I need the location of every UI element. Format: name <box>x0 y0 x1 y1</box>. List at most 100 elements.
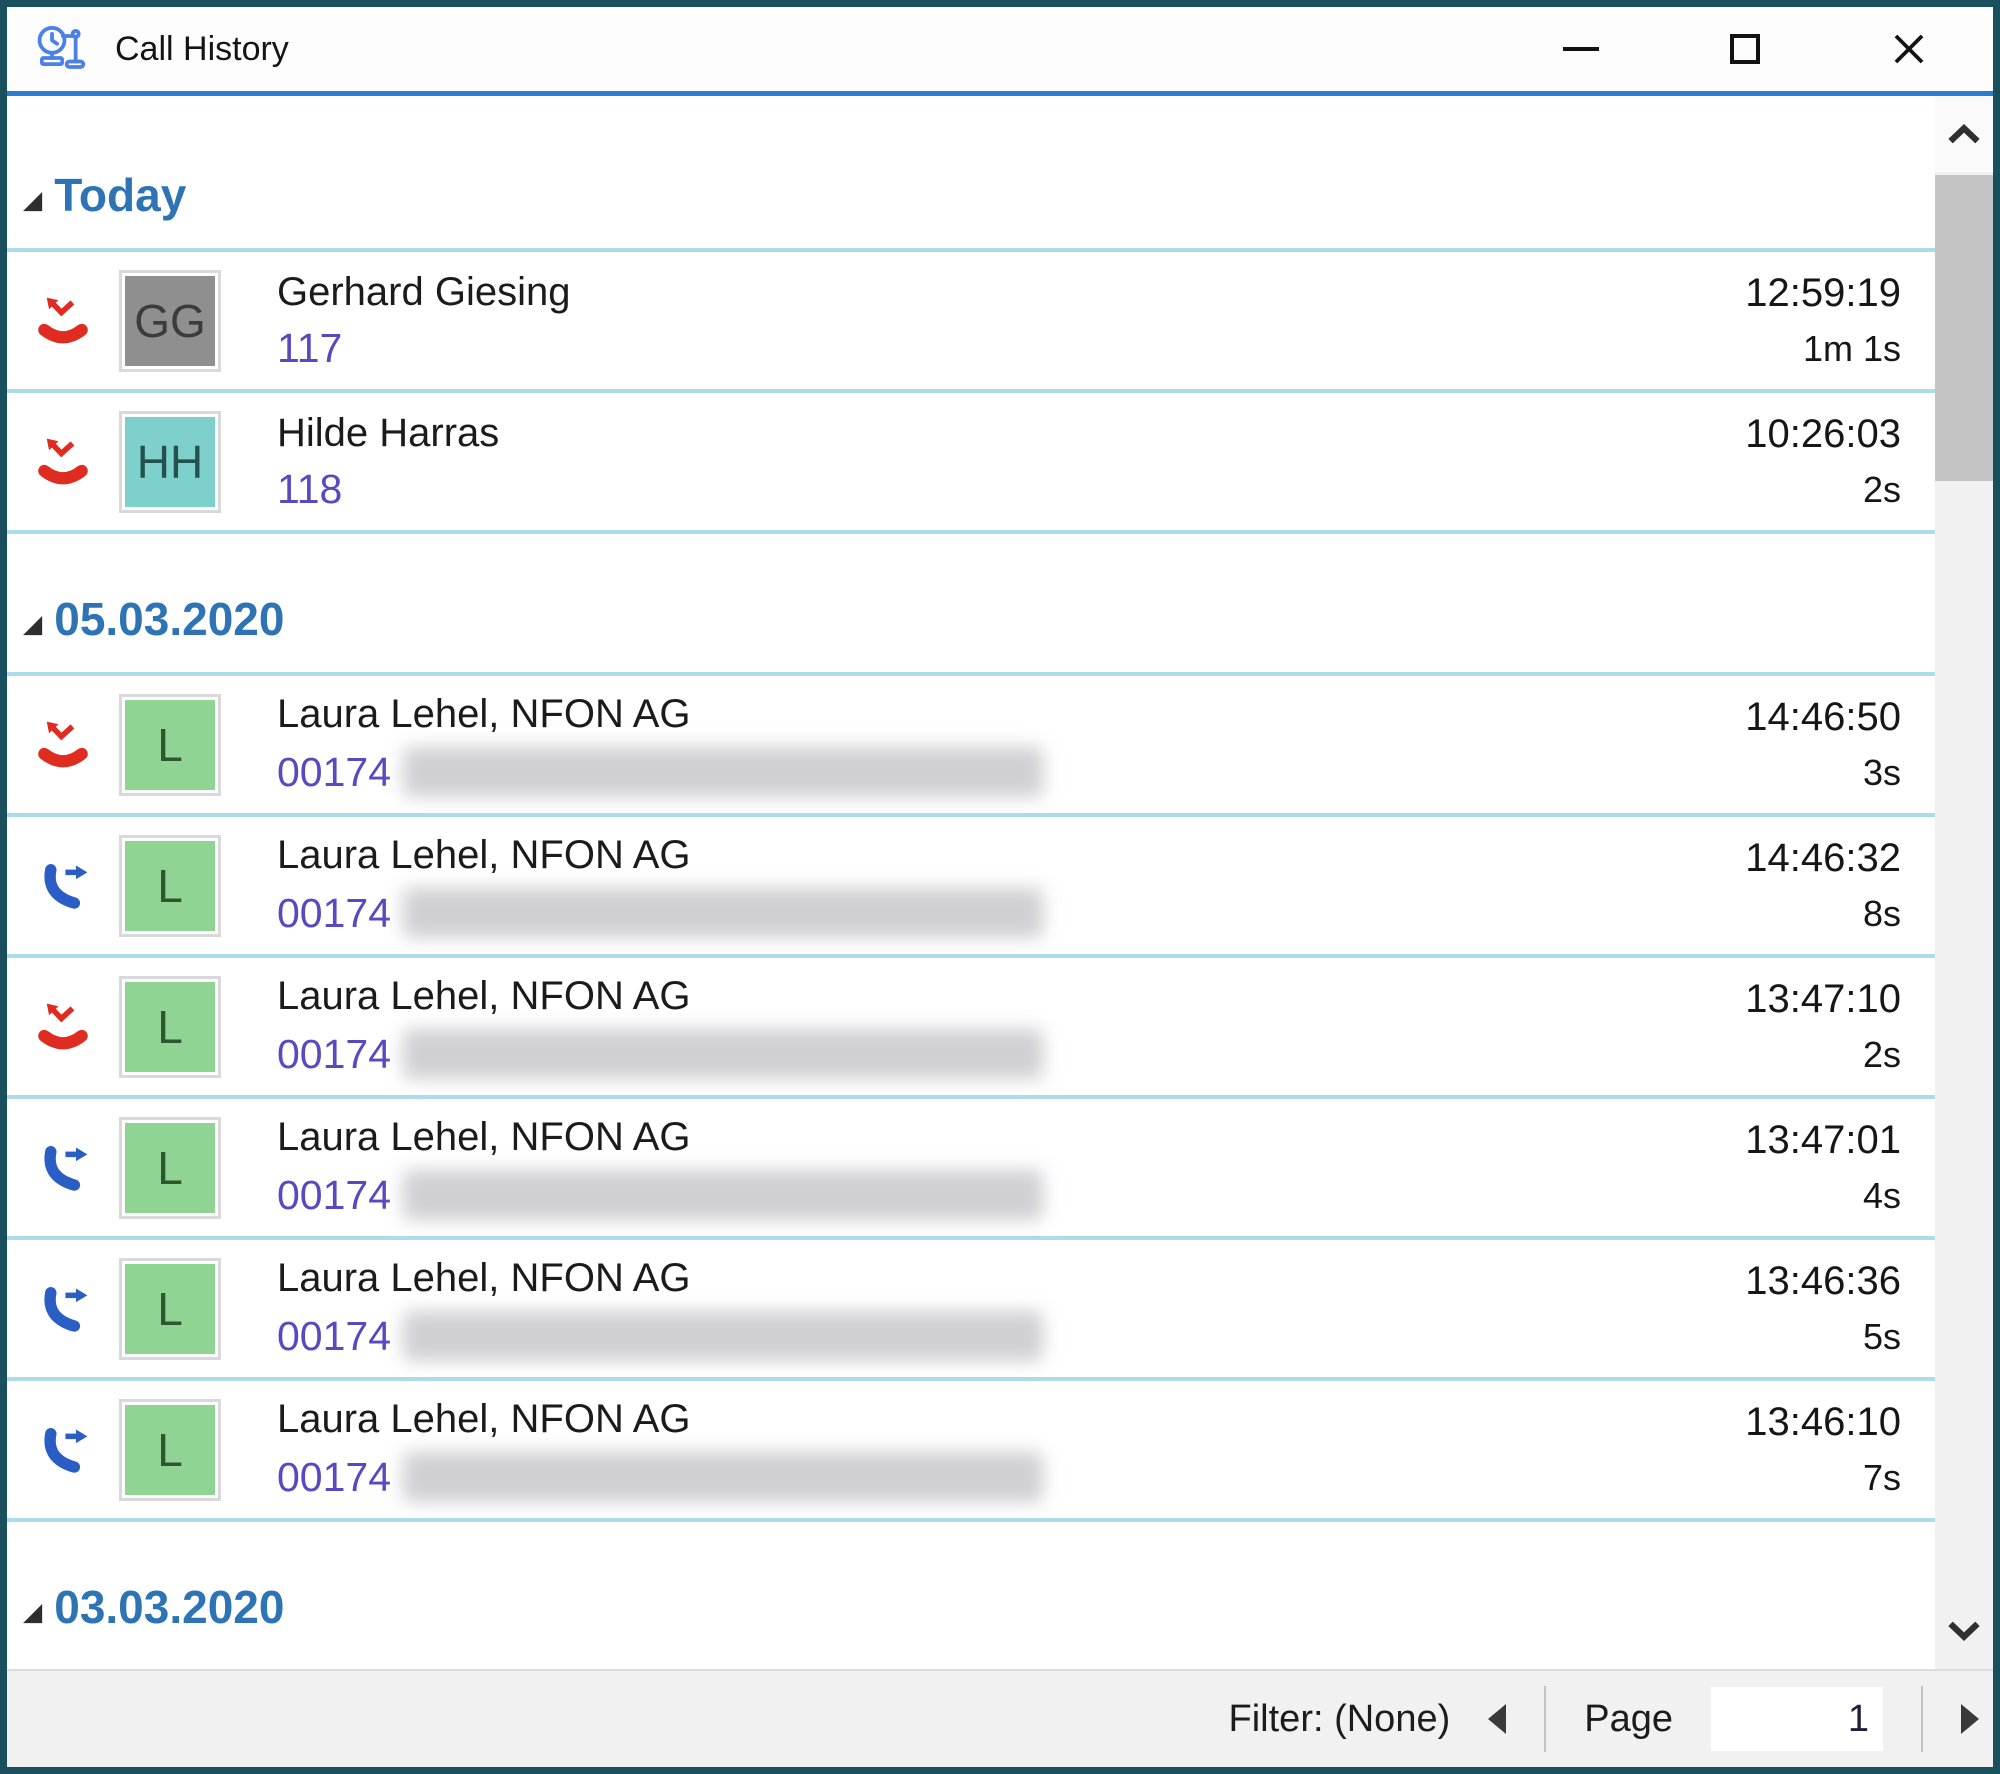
group-label: Today <box>54 168 186 222</box>
group-rows: L Laura Lehel, NFON AG 00174 14:46:50 3s <box>7 672 1935 1522</box>
redacted-number-blur <box>403 1170 1043 1220</box>
call-history-row[interactable]: L Laura Lehel, NFON AG 00174 14:46:50 3s <box>7 676 1935 817</box>
avatar-initials: HH <box>137 435 203 489</box>
minimize-button[interactable] <box>1525 7 1637 91</box>
collapse-triangle-icon[interactable]: ◢ <box>23 1600 42 1625</box>
maximize-button[interactable] <box>1689 7 1801 91</box>
contact-name: Laura Lehel, NFON AG <box>277 833 1655 878</box>
contact-name: Laura Lehel, NFON AG <box>277 1397 1655 1442</box>
maximize-icon <box>1730 34 1760 64</box>
group-header[interactable]: ◢ 05.03.2020 <box>7 592 1935 646</box>
group-label: 05.03.2020 <box>54 592 284 646</box>
phone-number: 117 <box>277 325 342 372</box>
avatar: L <box>119 835 221 937</box>
call-duration: 1m 1s <box>1655 328 1901 370</box>
statusbar-divider <box>1544 1686 1546 1752</box>
group-rows: GG Gerhard Giesing 117 12:59:19 1m 1s <box>7 248 1935 534</box>
date-group: ◢ 03.03.2020 <box>7 1580 1935 1634</box>
next-page-icon[interactable] <box>1961 1704 1979 1734</box>
minimize-icon <box>1563 47 1599 51</box>
contact-name: Hilde Harras <box>277 411 1655 456</box>
collapse-triangle-icon[interactable]: ◢ <box>23 188 42 213</box>
call-time: 10:26:03 <box>1655 412 1901 457</box>
call-history-row[interactable]: GG Gerhard Giesing 117 12:59:19 1m 1s <box>7 252 1935 393</box>
call-time: 12:59:19 <box>1655 271 1901 316</box>
page-label: Page <box>1584 1698 1673 1741</box>
group-header[interactable]: ◢ Today <box>7 168 1935 222</box>
date-group: ◢ 05.03.2020 L Laura Lehel, NFON AG 0017… <box>7 592 1935 1522</box>
redacted-number-blur <box>403 888 1043 938</box>
window-title: Call History <box>115 30 289 69</box>
call-time: 13:46:10 <box>1655 1400 1901 1445</box>
date-group: ◢ Today GG Gerhard Giesing 117 <box>7 168 1935 534</box>
outgoing-call-icon <box>37 1142 89 1194</box>
missed-call-icon <box>37 295 89 347</box>
call-list: ◢ Today GG Gerhard Giesing 117 <box>7 96 1993 1669</box>
call-duration: 2s <box>1655 469 1901 511</box>
contact-name: Laura Lehel, NFON AG <box>277 1115 1655 1160</box>
call-duration: 3s <box>1655 752 1901 794</box>
missed-call-icon <box>37 719 89 771</box>
vertical-scrollbar[interactable] <box>1935 96 1993 1669</box>
outgoing-call-icon <box>37 1424 89 1476</box>
avatar: L <box>119 1399 221 1501</box>
close-button[interactable] <box>1853 7 1965 91</box>
call-history-row[interactable]: L Laura Lehel, NFON AG 00174 14:46:32 8s <box>7 817 1935 958</box>
close-icon <box>1890 30 1928 68</box>
avatar: L <box>119 976 221 1078</box>
page-input[interactable] <box>1711 1687 1883 1751</box>
call-history-row[interactable]: L Laura Lehel, NFON AG 00174 13:46:36 5s <box>7 1240 1935 1381</box>
avatar: L <box>119 1117 221 1219</box>
call-history-row[interactable]: HH Hilde Harras 118 10:26:03 2s <box>7 393 1935 534</box>
titlebar[interactable]: Call History <box>7 7 1993 91</box>
statusbar-divider <box>1921 1686 1923 1752</box>
avatar: L <box>119 694 221 796</box>
group-header[interactable]: ◢ 03.03.2020 <box>7 1580 1935 1634</box>
avatar-initials: L <box>157 1282 183 1336</box>
call-history-row[interactable]: L Laura Lehel, NFON AG 00174 13:47:01 4s <box>7 1099 1935 1240</box>
contact-name: Laura Lehel, NFON AG <box>277 1256 1655 1301</box>
avatar-initials: GG <box>134 294 206 348</box>
scrollbar-thumb[interactable] <box>1935 175 1993 481</box>
scroll-up-button[interactable] <box>1935 96 1993 172</box>
avatar: GG <box>119 270 221 372</box>
filter-label[interactable]: Filter: (None) <box>1229 1698 1451 1741</box>
contact-name: Laura Lehel, NFON AG <box>277 974 1655 1019</box>
call-history-window: Call History ◢ Today <box>0 0 2000 1774</box>
avatar-initials: L <box>157 1141 183 1195</box>
call-history-row[interactable]: L Laura Lehel, NFON AG 00174 13:46:10 7s <box>7 1381 1935 1522</box>
status-bar: Filter: (None) Page <box>7 1669 1993 1767</box>
missed-call-icon <box>37 436 89 488</box>
previous-page-icon[interactable] <box>1488 1704 1506 1734</box>
call-time: 14:46:50 <box>1655 695 1901 740</box>
avatar-initials: L <box>157 1423 183 1477</box>
redacted-number-blur <box>403 1029 1043 1079</box>
phone-number: 00174 <box>277 890 391 937</box>
avatar-initials: L <box>157 718 183 772</box>
call-time: 13:47:01 <box>1655 1118 1901 1163</box>
avatar: HH <box>119 411 221 513</box>
call-duration: 2s <box>1655 1034 1901 1076</box>
call-duration: 5s <box>1655 1316 1901 1358</box>
chevron-down-icon <box>1947 1620 1981 1642</box>
avatar-initials: L <box>157 859 183 913</box>
group-label: 03.03.2020 <box>54 1580 284 1634</box>
missed-call-icon <box>37 1001 89 1053</box>
chevron-up-icon <box>1947 123 1981 145</box>
outgoing-call-icon <box>37 860 89 912</box>
phone-number: 00174 <box>277 1172 391 1219</box>
outgoing-call-icon <box>37 1283 89 1335</box>
contact-name: Gerhard Giesing <box>277 270 1655 315</box>
avatar: L <box>119 1258 221 1360</box>
phone-number: 118 <box>277 466 342 513</box>
phone-number: 00174 <box>277 1313 391 1360</box>
call-duration: 7s <box>1655 1457 1901 1499</box>
phone-number: 00174 <box>277 1454 391 1501</box>
call-history-row[interactable]: L Laura Lehel, NFON AG 00174 13:47:10 2s <box>7 958 1935 1099</box>
phone-number: 00174 <box>277 1031 391 1078</box>
phone-number: 00174 <box>277 749 391 796</box>
scroll-down-button[interactable] <box>1935 1595 1993 1667</box>
call-history-clock-icon <box>31 20 89 78</box>
contact-name: Laura Lehel, NFON AG <box>277 692 1655 737</box>
collapse-triangle-icon[interactable]: ◢ <box>23 612 42 637</box>
